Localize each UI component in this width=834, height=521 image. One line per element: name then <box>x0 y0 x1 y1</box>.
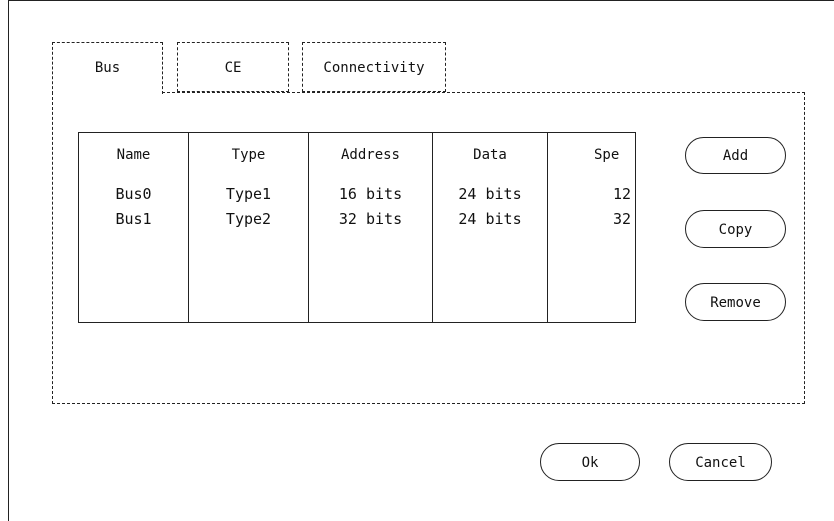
cell-bus0-type[interactable]: Type1 <box>189 185 308 203</box>
add-button[interactable]: Add <box>685 137 786 174</box>
column-name: Name Bus0 Bus1 <box>79 133 189 322</box>
column-header-name[interactable]: Name <box>79 147 188 163</box>
cell-bus0-speed[interactable]: 12 <box>613 185 635 203</box>
cell-bus1-speed[interactable]: 32 <box>613 210 635 228</box>
column-address: Address 16 bits 32 bits <box>309 133 433 322</box>
remove-button[interactable]: Remove <box>685 283 786 321</box>
cell-bus0-data[interactable]: 24 bits <box>433 185 547 203</box>
cell-bus1-name[interactable]: Bus1 <box>79 210 188 228</box>
cell-bus0-name[interactable]: Bus0 <box>79 185 188 203</box>
ok-button[interactable]: Ok <box>540 443 640 481</box>
column-header-speed[interactable]: Spe <box>594 147 635 163</box>
column-header-address[interactable]: Address <box>309 147 432 163</box>
cell-bus0-address[interactable]: 16 bits <box>309 185 432 203</box>
tab-ce[interactable]: CE <box>177 42 289 92</box>
tab-connectivity[interactable]: Connectivity <box>302 42 446 92</box>
column-type: Type Type1 Type2 <box>189 133 309 322</box>
column-header-type[interactable]: Type <box>189 147 308 163</box>
column-header-data[interactable]: Data <box>433 147 547 163</box>
bus-table: Name Bus0 Bus1 Type Type1 Type2 Address … <box>78 132 636 323</box>
tab-bus[interactable]: Bus <box>52 42 163 94</box>
cancel-button[interactable]: Cancel <box>669 443 772 481</box>
copy-button[interactable]: Copy <box>685 210 786 248</box>
column-speed: Spe 12 32 <box>548 133 635 322</box>
cell-bus1-address[interactable]: 32 bits <box>309 210 432 228</box>
cell-bus1-type[interactable]: Type2 <box>189 210 308 228</box>
cell-bus1-data[interactable]: 24 bits <box>433 210 547 228</box>
column-data: Data 24 bits 24 bits <box>433 133 548 322</box>
